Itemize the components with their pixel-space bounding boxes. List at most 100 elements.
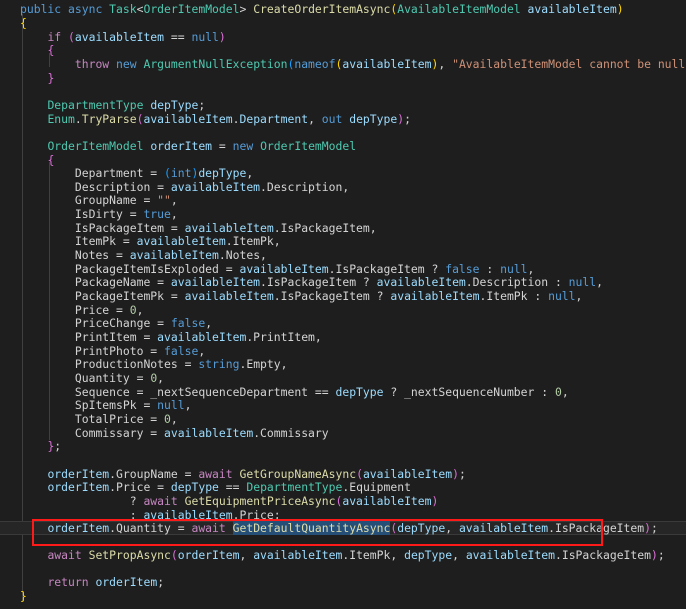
code-token: , [136,303,144,317]
code-line[interactable]: PriceChange = false, [0,316,686,331]
code-token: .ItemPk : [479,289,549,303]
code-token: ; [54,439,62,453]
code-line[interactable]: ItemPk = availableItem.ItemPk, [0,234,686,249]
code-token: "AvailableItemModel cannot be null." [452,57,686,71]
code-token: orderItem [177,548,240,562]
code-line[interactable]: Department = (int)depType, [0,166,686,181]
code-line[interactable]: } [0,71,686,86]
code-token: .Notes, [218,248,267,262]
code-line[interactable] [0,85,686,99]
code-token: availableItem [342,494,432,508]
code-token: , [596,275,603,289]
code-line[interactable]: } [0,589,686,604]
code-token: Commissary = [74,426,165,440]
code-token: new [116,57,144,71]
code-line[interactable]: DepartmentType depType; [0,98,686,113]
code-line[interactable]: { [0,16,686,31]
code-token: .Quantity = [109,521,192,535]
code-token: ) [431,494,439,508]
code-line[interactable]: GroupName = "", [0,193,686,208]
code-line[interactable]: }; [0,439,686,454]
code-line[interactable] [0,535,686,549]
code-token: new [232,139,261,153]
code-token: { [47,153,55,167]
code-token: , [438,57,453,71]
code-token: ? [129,494,144,508]
code-token: ? _nextSequenceNumber : [383,385,555,399]
code-token: return [47,575,96,589]
code-token: Department [239,112,309,126]
code-editor[interactable]: public async Task<OrderItemModel> Create… [0,0,686,609]
code-line[interactable]: OrderItemModel orderItem = new OrderItem… [0,139,686,154]
code-token: availableItem [342,57,432,71]
code-line[interactable]: await SetPropAsync(orderItem, availableI… [0,548,686,563]
code-token: GetEquipmentPriceAsync [184,494,336,508]
code-line[interactable]: Commissary = availableItem.Commissary [0,426,686,441]
code-line[interactable]: throw new ArgumentNullException(nameof(a… [0,57,686,72]
code-token: OrderItemModel [260,139,357,153]
code-token: DepartmentType [47,98,151,112]
code-line[interactable]: { [0,43,686,58]
code-token: { [47,43,55,57]
code-token: null [191,30,219,44]
code-token: null [500,262,528,276]
code-token: ( [68,30,75,44]
code-line-current[interactable]: orderItem.Quantity = await GetDefaultQua… [0,521,686,535]
code-token: Price = [74,303,130,317]
code-token: .Price = [109,480,171,494]
code-token: TryParse [81,112,137,126]
code-token: PackageItemIsExploded = [74,262,240,276]
code-token: , [239,548,254,562]
code-line[interactable]: ? await GetEquipmentPriceAsync(available… [0,494,686,509]
code-line[interactable]: if (availableItem == null) [0,30,686,45]
code-token: out [321,112,350,126]
code-token: .IsPackageItem, [273,221,377,235]
code-token: .IsPackageItem ? [260,275,377,289]
code-token: null [568,275,597,289]
code-line[interactable]: IsDirty = true, [0,207,686,222]
code-line[interactable] [0,454,686,468]
code-token: , [205,316,213,330]
code-line[interactable]: PackageName = availableItem.IsPackageIte… [0,275,686,290]
code-token: ; [657,548,665,562]
code-line[interactable]: orderItem.Price = depType == DepartmentT… [0,480,686,495]
code-line[interactable]: return orderItem; [0,575,686,590]
code-line[interactable]: Enum.TryParse(availableItem.Department, … [0,112,686,127]
code-token: ( [164,166,171,180]
code-line[interactable]: public async Task<OrderItemModel> Create… [0,2,686,17]
code-token: .IsPackageItem [554,548,651,562]
code-token: orderItem [47,521,110,535]
code-token: ; [157,575,165,589]
code-line[interactable] [0,126,686,140]
code-line[interactable]: Notes = availableItem.Notes, [0,248,686,263]
code-line[interactable]: Quantity = 0, [0,371,686,386]
code-token: availableItem [239,262,329,276]
code-token: .Commissary [253,426,329,440]
code-token: .Empty, [239,357,288,371]
code-token: availableItem [157,330,247,344]
code-line[interactable]: SpItemsPk = null, [0,398,686,413]
code-token: depType [335,385,384,399]
code-line[interactable]: TotalPrice = 0, [0,412,686,427]
code-token: , [527,262,535,276]
code-token: PackageName = [74,275,171,289]
code-token: orderItem [95,575,158,589]
code-line[interactable]: PackageItemPk = availableItem.IsPackageI… [0,289,686,304]
code-token: availableItem [136,234,226,248]
code-token: } [47,71,55,85]
code-token: ArgumentNullException [143,57,288,71]
code-line[interactable]: PrintItem = availableItem.PrintItem, [0,330,686,345]
code-token: .IsPackageItem ? [328,262,446,276]
code-token: OrderItemModel [47,139,151,153]
code-line[interactable]: ProductionNotes = string.Empty, [0,357,686,372]
code-token: string [198,357,240,371]
